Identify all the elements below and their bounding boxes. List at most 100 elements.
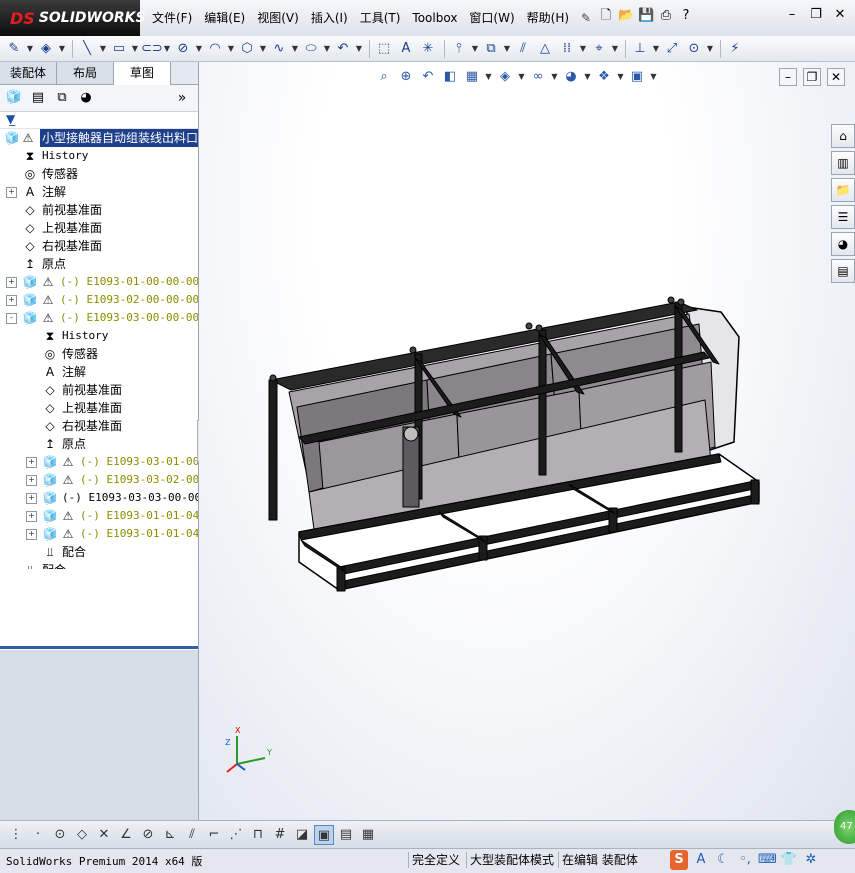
home-icon[interactable]: ⌂	[831, 124, 855, 148]
file-explorer-icon[interactable]: 📁	[831, 178, 855, 202]
tree-item[interactable]: + 🧊 (-) E1093-03-03-00-00-0	[0, 489, 198, 507]
ime-keyboard-icon[interactable]: ⌨	[758, 850, 777, 870]
chevron-down-icon[interactable]: ▼	[652, 39, 660, 59]
ime-punct-icon[interactable]: ◦,	[736, 850, 754, 870]
window-grid-icon[interactable]: ▦	[358, 825, 378, 845]
tree-item[interactable]: ↥ 原点	[0, 255, 198, 273]
expand-icon[interactable]: +	[26, 457, 37, 468]
view-palette-icon[interactable]: ☰	[831, 205, 855, 229]
quadrant-snap-icon[interactable]: ◇	[72, 825, 92, 845]
chevron-down-icon[interactable]: ▼	[503, 39, 511, 59]
chevron-down-icon[interactable]: ▼	[706, 39, 714, 59]
open-icon[interactable]: 📂	[618, 8, 634, 24]
tree-item[interactable]: ◇ 上视基准面	[0, 219, 198, 237]
menu-insert[interactable]: 插入(I)	[305, 7, 354, 29]
display-manager-icon[interactable]: ◕	[76, 88, 96, 108]
menu-tools[interactable]: 工具(T)	[354, 7, 407, 29]
tree-item[interactable]: + 🧊 ⚠ (-) E1093-01-01-04-0	[0, 525, 198, 543]
display-relations-icon[interactable]: ⊥	[630, 39, 650, 59]
property-manager-icon[interactable]: ▤	[28, 88, 48, 108]
menu-file[interactable]: 文件(F)	[146, 7, 198, 29]
new-document-icon[interactable]: 🗋	[598, 8, 614, 24]
tree-item[interactable]: ◇ 前视基准面	[0, 201, 198, 219]
circle-icon[interactable]: ⊘	[173, 39, 193, 59]
expand-icon[interactable]: +	[6, 187, 17, 198]
trim-icon[interactable]: ⫯	[449, 39, 469, 59]
tree-item[interactable]: ◇ 右视基准面	[0, 237, 198, 255]
chevron-down-icon[interactable]: ▼	[163, 39, 171, 59]
slot-icon[interactable]: ⊂⊃	[141, 39, 163, 59]
expand-icon[interactable]: +	[26, 493, 37, 504]
text-icon[interactable]: A	[396, 39, 416, 59]
menu-help[interactable]: 帮助(H)	[521, 7, 575, 29]
expand-icon[interactable]: +	[26, 529, 37, 540]
feature-manager-icon[interactable]: 🧊	[4, 88, 24, 108]
chevron-down-icon[interactable]: ▼	[355, 39, 363, 59]
tree-item[interactable]: ◇ 上视基准面	[0, 399, 198, 417]
restore-icon[interactable]: ❐	[807, 6, 825, 24]
tree-root[interactable]: 🧊 ⚠ 小型接触器自动组装线出料口	[0, 129, 198, 147]
tree-item[interactable]: + 🧊 ⚠ (-) E1093-01-01-04-0	[0, 507, 198, 525]
tree-item[interactable]: ↥ 原点	[0, 435, 198, 453]
sogou-ime-icon[interactable]: S	[670, 850, 688, 870]
window-tile-icon[interactable]: ▤	[336, 825, 356, 845]
expand-icon[interactable]: +	[26, 475, 37, 486]
intersection-snap-icon[interactable]: ✕	[94, 825, 114, 845]
rapid-sketch-icon[interactable]: ⚡	[725, 39, 745, 59]
tree-item[interactable]: ◎ 传感器	[0, 165, 198, 183]
menu-window[interactable]: 窗口(W)	[463, 7, 520, 29]
point-snap-icon[interactable]: ·	[28, 825, 48, 845]
tree-item[interactable]: ◇ 右视基准面	[0, 417, 198, 435]
edit-sketch-icon[interactable]: ✎	[4, 39, 24, 59]
tree-item[interactable]: - 🧊 ⚠ (-) E1093-03-00-00-00-0	[0, 309, 198, 327]
menu-view[interactable]: 视图(V)	[251, 7, 305, 29]
shaded-display-icon[interactable]: ▣	[314, 824, 334, 845]
perpendicular-snap-icon[interactable]: ⊾	[160, 825, 180, 845]
repair-sketch-icon[interactable]: ⤢	[662, 39, 682, 59]
solidworks-logo[interactable]: DS SOLIDWORKS	[0, 0, 146, 36]
tree-item[interactable]: A 注解	[0, 363, 198, 381]
chevron-down-icon[interactable]: ▼	[99, 39, 107, 59]
chevron-down-icon[interactable]: ▼	[26, 39, 34, 59]
menu-edit[interactable]: 编辑(E)	[198, 7, 251, 29]
tree-item[interactable]: + 🧊 ⚠ (-) E1093-03-01-00-0	[0, 453, 198, 471]
quick-snaps-icon[interactable]: ⊙	[684, 39, 704, 59]
tab-assembly[interactable]: 装配体	[0, 62, 57, 84]
chevron-down-icon[interactable]: ▼	[227, 39, 235, 59]
tree-item[interactable]: + 🧊 ⚠ (-) E1093-02-00-00-00-0	[0, 291, 198, 309]
chevron-down-icon[interactable]: ▼	[323, 39, 331, 59]
tree-item[interactable]: ⫫ 配合	[0, 543, 198, 561]
spline-icon[interactable]: ∿	[269, 39, 289, 59]
chevron-down-icon[interactable]: ▼	[611, 39, 619, 59]
expand-icon[interactable]: +	[26, 511, 37, 522]
horizontal-snap-icon[interactable]: ⌐	[204, 825, 224, 845]
tab-layout[interactable]: 布局	[57, 62, 114, 84]
nearest-snap-icon[interactable]: ∠	[116, 825, 136, 845]
print-icon[interactable]: ⎙	[658, 8, 674, 24]
ime-moon-icon[interactable]: ☾	[714, 850, 732, 870]
linear-pattern-icon[interactable]: ⁞⁞	[557, 39, 577, 59]
expand-icon[interactable]: +	[6, 295, 17, 306]
ime-shirt-icon[interactable]: 👕	[780, 850, 798, 870]
mirror-icon[interactable]: △	[535, 39, 555, 59]
tree-item[interactable]: + 🧊 ⚠ (-) E1093-03-02-00-0	[0, 471, 198, 489]
configuration-manager-icon[interactable]: ⧉	[52, 88, 72, 108]
chevron-down-icon[interactable]: ▼	[291, 39, 299, 59]
chevron-down-icon[interactable]: ▼	[58, 39, 66, 59]
filter-icon[interactable]: ▼̲	[0, 112, 198, 129]
parallel-snap-icon[interactable]: ⫽	[182, 825, 202, 845]
plane-tool-icon[interactable]: ⬚	[374, 39, 394, 59]
grid-snap-icon[interactable]: ⋰	[226, 825, 246, 845]
tab-sketch[interactable]: 草图	[114, 62, 171, 85]
grid-icon[interactable]: #	[270, 825, 290, 845]
tree-item[interactable]: ◇ 前视基准面	[0, 381, 198, 399]
tree-item[interactable]: ⧗ History	[0, 327, 198, 345]
ellipse-icon[interactable]: ⬭	[301, 39, 321, 59]
notification-badge[interactable]: 47	[834, 810, 855, 844]
collapse-icon[interactable]: -	[6, 313, 17, 324]
custom-properties-icon[interactable]: ▤	[831, 259, 855, 283]
chevron-down-icon[interactable]: ▼	[195, 39, 203, 59]
tree-item[interactable]: + 🧊 ⚠ (-) E1093-01-00-00-00-0	[0, 273, 198, 291]
angle-snap-icon[interactable]: ⊓	[248, 825, 268, 845]
save-icon[interactable]: 💾	[638, 8, 654, 24]
